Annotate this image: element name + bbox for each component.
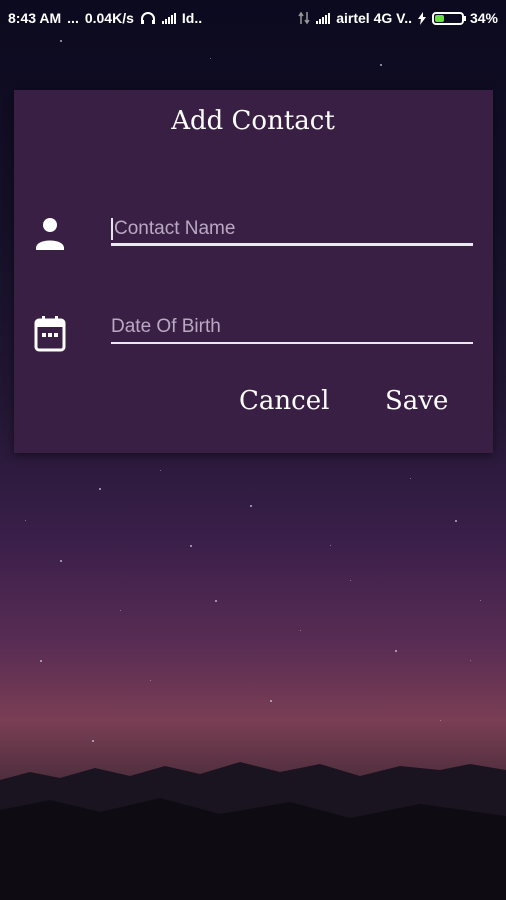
status-time: 8:43 AM xyxy=(8,10,62,26)
signal-icon-2 xyxy=(316,12,331,24)
data-transfer-icon xyxy=(298,11,310,25)
cancel-button[interactable]: Cancel xyxy=(239,386,329,416)
person-icon xyxy=(36,218,64,250)
calendar-icon xyxy=(34,316,66,352)
contact-name-placeholder: Contact Name xyxy=(114,218,236,239)
contact-name-field[interactable]: Contact Name xyxy=(111,212,473,246)
date-of-birth-field[interactable]: Date Of Birth xyxy=(111,310,473,344)
status-battery-pct: 34% xyxy=(469,10,498,26)
date-of-birth-placeholder: Date Of Birth xyxy=(111,316,221,337)
battery-icon xyxy=(431,11,466,25)
status-dots: ... xyxy=(67,10,79,26)
status-bar: 8:43 AM ... 0.04K/s Id.. airtel 4G V.. 3… xyxy=(0,0,506,36)
status-carrier1: Id.. xyxy=(181,10,203,26)
headphones-icon xyxy=(140,12,155,24)
charging-icon xyxy=(417,11,426,25)
status-carrier2: airtel 4G V.. xyxy=(336,10,412,26)
battery-fill xyxy=(434,14,444,22)
signal-icon xyxy=(161,12,176,24)
dialog-title: Add Contact xyxy=(171,106,335,136)
mountain-silhouette xyxy=(0,762,506,900)
status-net-speed: 0.04K/s xyxy=(84,10,134,26)
save-button[interactable]: Save xyxy=(385,386,448,416)
text-cursor xyxy=(111,217,113,240)
